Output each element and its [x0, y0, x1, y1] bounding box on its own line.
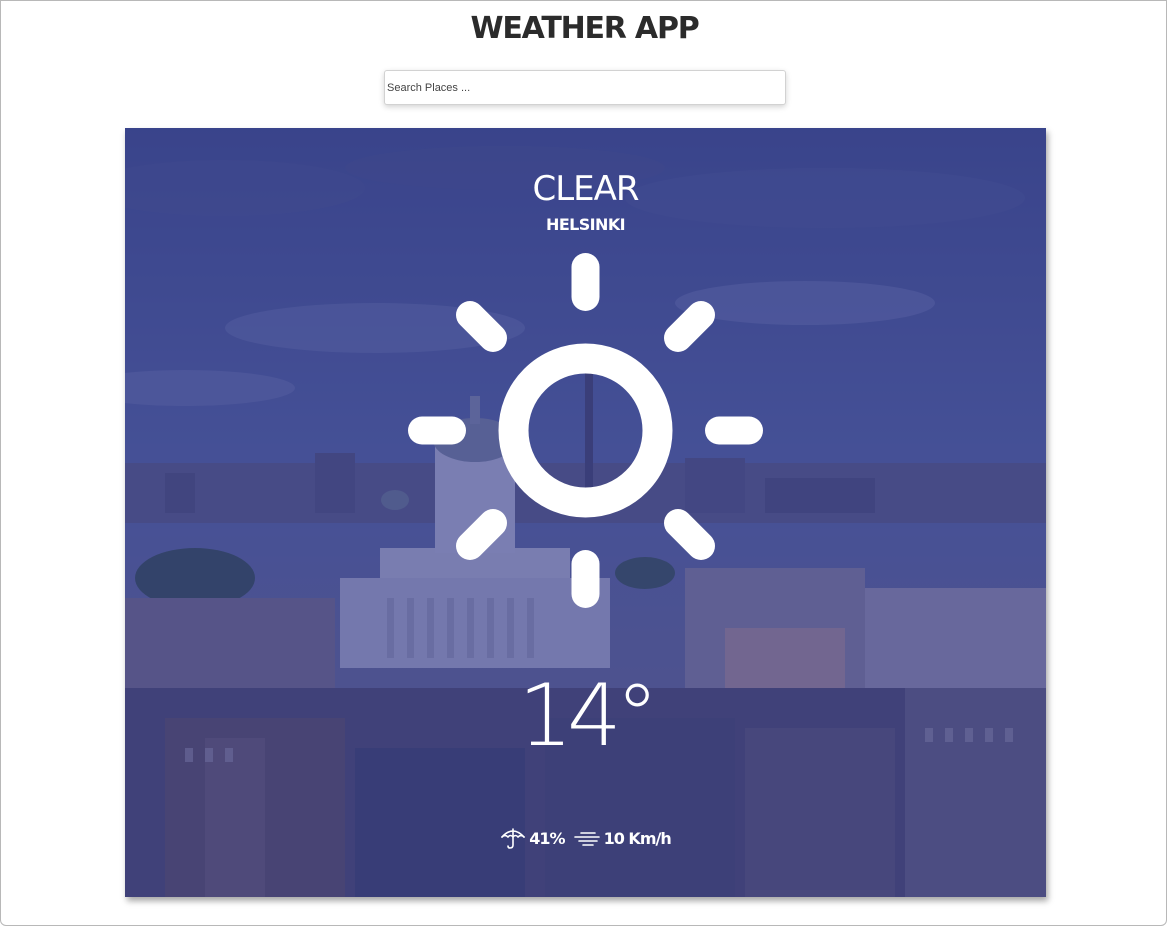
search-box[interactable] [384, 70, 786, 105]
humidity-stat: 41% [500, 826, 566, 850]
sun-icon [408, 253, 763, 608]
browser-window: WEATHER APP Search Places ... CLEAR HELS… [0, 0, 1167, 926]
wind-icon [573, 832, 600, 846]
weather-card: CLEAR HELSINKI 14° 41% 10 Km/h [125, 128, 1046, 897]
umbrella-icon [501, 828, 526, 849]
app-title: WEATHER APP [470, 11, 699, 46]
wind-value: 10 Km/h [603, 828, 672, 848]
city-name: HELSINKI [546, 215, 626, 234]
humidity-value: 41% [529, 828, 565, 848]
weather-condition: CLEAR [532, 169, 639, 209]
search-input[interactable] [385, 71, 785, 104]
wind-stat: 10 Km/h [573, 828, 672, 848]
weather-stats: 41% 10 Km/h [125, 826, 1046, 850]
temperature: 14° [518, 666, 658, 766]
